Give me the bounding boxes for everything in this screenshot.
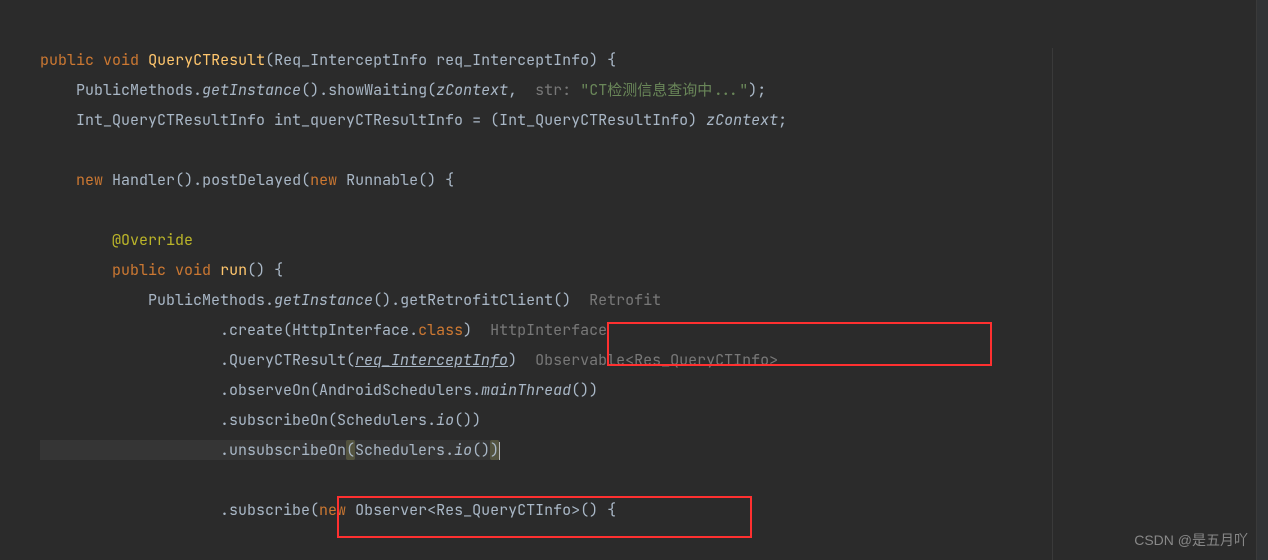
- code-line: .observeOn(AndroidSchedulers.mainThread(…: [40, 380, 598, 400]
- code-line: .unsubscribeOn(Schedulers.io()): [40, 440, 500, 460]
- code-line: public void QueryCTResult(Req_InterceptI…: [40, 50, 616, 70]
- inline-hint: str:: [535, 80, 571, 100]
- inline-hint: Observable<Res_QueryCTInfo>: [535, 350, 778, 370]
- string-literal: "CT检测信息查询中...": [580, 80, 748, 100]
- annotation: @Override: [112, 230, 193, 250]
- code-line: public void run() {: [40, 260, 283, 280]
- editor-scrollbar[interactable]: [1256, 0, 1268, 560]
- code-line: .subscribe(new Observer<Res_QueryCTInfo>…: [40, 500, 616, 520]
- param-type: Req_InterceptInfo: [274, 50, 427, 70]
- code-line: PublicMethods.getInstance().showWaiting(…: [40, 80, 766, 100]
- code-editor[interactable]: public void QueryCTResult(Req_InterceptI…: [0, 0, 1268, 540]
- method-name: QueryCTResult: [148, 50, 265, 70]
- keyword-void: void: [103, 50, 139, 70]
- param-ref: req_InterceptInfo: [355, 350, 508, 370]
- watermark: CSDN @是五月吖: [1134, 530, 1248, 550]
- code-line: PublicMethods.getInstance().getRetrofitC…: [40, 290, 661, 310]
- text-cursor: [499, 442, 500, 460]
- code-line: Int_QueryCTResultInfo int_queryCTResultI…: [40, 110, 787, 130]
- code-line: .QueryCTResult(req_InterceptInfo) Observ…: [40, 350, 778, 370]
- keyword-public: public: [40, 50, 94, 70]
- param-name: req_InterceptInfo: [436, 50, 589, 70]
- code-line: new Handler().postDelayed(new Runnable()…: [40, 170, 454, 190]
- code-line: [40, 470, 49, 490]
- code-line: .create(HttpInterface.class) HttpInterfa…: [40, 320, 607, 340]
- code-line: [40, 140, 49, 160]
- code-line: .subscribeOn(Schedulers.io()): [40, 410, 481, 430]
- inline-hint: HttpInterface: [490, 320, 607, 340]
- code-line: @Override: [40, 230, 193, 250]
- inline-hint: Retrofit: [589, 290, 661, 310]
- editor-margin-line: [1052, 48, 1053, 560]
- code-line: [40, 200, 49, 220]
